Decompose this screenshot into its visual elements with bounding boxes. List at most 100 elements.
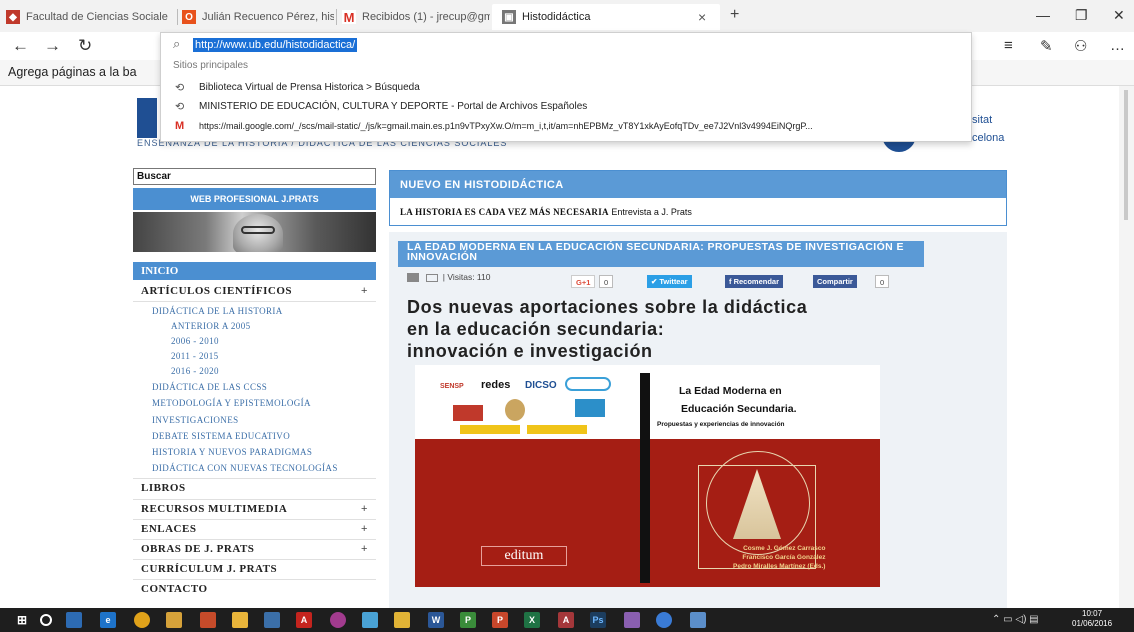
app-icon[interactable] — [232, 612, 248, 628]
app-icon[interactable] — [330, 612, 346, 628]
expand-icon[interactable]: + — [361, 523, 367, 535]
app-icon[interactable] — [624, 612, 640, 628]
more-icon[interactable]: … — [1110, 37, 1125, 54]
tab-facultad[interactable]: ◆ Facultad de Ciencias Sociale — [6, 4, 174, 30]
menu-contacto[interactable]: CONTACTO — [141, 583, 208, 595]
suggestions-header: Sitios principales — [173, 60, 249, 71]
cover-author: Cosme J. Gómez Carrasco — [743, 545, 826, 552]
clock-time: 10:07 — [1082, 609, 1103, 618]
news-item[interactable]: LA HISTORIA ES CADA VEZ MÁS NECESARIA En… — [400, 207, 692, 217]
minimize-button[interactable]: — — [1036, 7, 1050, 23]
menu-recursos[interactable]: RECURSOS MULTIMEDIA — [141, 503, 287, 515]
system-tray[interactable]: ⌃ ▭ ◁) ▤ — [992, 614, 1039, 625]
suggestion-item[interactable]: ⟲ MINISTERIO DE EDUCACIÓN, CULTURA Y DEP… — [161, 99, 971, 117]
scrollbar-thumb[interactable] — [1124, 90, 1128, 220]
close-window-button[interactable]: ✕ — [1113, 7, 1125, 24]
tab-recuenco[interactable]: O Julián Recuenco Pérez, histc — [182, 4, 334, 30]
address-input[interactable]: http://www.ub.edu/histodidactica/ — [193, 38, 358, 52]
refresh-button[interactable]: ↻ — [78, 36, 92, 56]
site-icon: ◆ — [6, 10, 20, 24]
news-item-title[interactable]: LA HISTORIA ES CADA VEZ MÁS NECESARIA — [400, 207, 609, 217]
gplus-button[interactable]: G+1 — [571, 275, 596, 288]
menu-didactica-historia[interactable]: DIDÁCTICA DE LA HISTORIA — [152, 306, 283, 316]
editum-logo: editum — [481, 546, 567, 566]
app-icon[interactable] — [166, 612, 182, 628]
menu-2006-2010[interactable]: 2006 - 2010 — [171, 336, 219, 346]
app-icon[interactable] — [394, 612, 410, 628]
web-note-icon[interactable]: ✎ — [1040, 37, 1053, 55]
facebook-share-button[interactable]: Compartir — [813, 275, 857, 288]
forward-button[interactable]: → — [44, 36, 61, 56]
facebook-count: 0 — [875, 275, 890, 288]
acrobat-icon[interactable]: A — [296, 612, 312, 628]
gmail-icon: M — [342, 9, 356, 25]
chrome-icon[interactable] — [134, 612, 150, 628]
menu-divider — [133, 559, 376, 560]
address-bar[interactable]: ⌕ http://www.ub.edu/histodidactica/ — [161, 33, 971, 57]
menu-2011-2015[interactable]: 2011 - 2015 — [171, 351, 219, 361]
twitter-button[interactable]: ✔ Twittear — [647, 275, 692, 288]
menu-investigaciones[interactable]: INVESTIGACIONES — [152, 415, 239, 425]
headline-line: en la educación secundaria: — [407, 319, 665, 339]
close-tab-icon[interactable]: × — [698, 9, 706, 25]
app-icon[interactable] — [362, 612, 378, 628]
hub-icon[interactable]: ≡ — [1004, 37, 1013, 54]
menu-debate[interactable]: DEBATE SISTEMA EDUCATIVO — [152, 431, 290, 441]
book-cover-image[interactable]: SENSP redes DICSO La Edad Moderna en Edu… — [415, 365, 880, 587]
menu-curriculum[interactable]: CURRÍCULUM J. PRATS — [141, 563, 277, 575]
cover-author: Pedro Miralles Martínez (Eds.) — [733, 563, 826, 570]
office-icon: O — [182, 10, 196, 24]
tab-bar: ◆ Facultad de Ciencias Sociale O Julián … — [0, 0, 1134, 32]
gplus-label: G+1 — [576, 278, 591, 287]
print-icon[interactable] — [407, 273, 419, 283]
back-button[interactable]: ← — [12, 36, 29, 56]
search-icon[interactable] — [40, 614, 52, 626]
menu-nuevas-tecnologias[interactable]: DIDÁCTICA CON NUEVAS TECNOLOGÍAS — [152, 463, 338, 473]
tab-gmail[interactable]: M Recibidos (1) - jrecup@gma — [342, 4, 490, 30]
expand-icon[interactable]: + — [361, 543, 367, 555]
site-logo[interactable] — [137, 98, 157, 138]
tab-label: Facultad de Ciencias Sociale — [26, 11, 168, 23]
task-view-icon[interactable] — [66, 612, 82, 628]
excel-icon[interactable]: X — [524, 612, 540, 628]
new-tab-button[interactable]: + — [730, 6, 739, 24]
menu-enlaces[interactable]: ENLACES — [141, 523, 196, 535]
menu-anterior-2005[interactable]: ANTERIOR A 2005 — [171, 321, 251, 331]
app-icon[interactable] — [200, 612, 216, 628]
access-icon[interactable]: A — [558, 612, 574, 628]
share-icon[interactable]: ⚇ — [1074, 37, 1087, 55]
menu-obras[interactable]: OBRAS DE J. PRATS — [141, 543, 254, 555]
menu-paradigmas[interactable]: HISTORIA Y NUEVOS PARADIGMAS — [152, 447, 312, 457]
menu-2016-2020[interactable]: 2016 - 2020 — [171, 366, 219, 376]
favorites-hint[interactable]: Agrega páginas a la ba — [8, 65, 137, 79]
menu-didactica-ccss[interactable]: DIDÁCTICA DE LAS CCSS — [152, 382, 267, 392]
expand-icon[interactable]: + — [361, 503, 367, 515]
menu-inicio[interactable]: INICIO — [133, 262, 376, 280]
menu-articulos[interactable]: ARTÍCULOS CIENTÍFICOS — [141, 285, 292, 297]
article-panel: LA EDAD MODERNA EN LA EDUCACIÓN SECUNDAR… — [389, 232, 1007, 608]
article-title[interactable]: LA EDAD MODERNA EN LA EDUCACIÓN SECUNDAR… — [398, 241, 924, 267]
suggestion-item[interactable]: ⟲ Biblioteca Virtual de Prensa Historica… — [161, 80, 971, 98]
search-input[interactable]: Buscar — [133, 168, 376, 185]
tab-histodidactica[interactable]: ▣ Histodidáctica × — [492, 4, 720, 30]
word-icon[interactable]: W — [428, 612, 444, 628]
twitter-label: Twittear — [659, 277, 688, 286]
app-icon[interactable] — [264, 612, 280, 628]
email-icon[interactable] — [426, 273, 439, 282]
cover-authors: Cosme J. Gómez Carrasco Francisco García… — [733, 544, 825, 571]
menu-metodologia[interactable]: METODOLOGÍA Y EPISTEMOLOGÍA — [152, 398, 311, 408]
app-icon[interactable] — [656, 612, 672, 628]
start-button-icon[interactable]: ⊞ — [14, 612, 30, 628]
suggestion-item[interactable]: M https://mail.google.com/_/scs/mail-sta… — [161, 119, 971, 137]
edge-icon[interactable]: e — [100, 612, 116, 628]
app-icon[interactable] — [690, 612, 706, 628]
expand-icon[interactable]: + — [361, 285, 367, 297]
powerpoint-icon[interactable]: P — [492, 612, 508, 628]
restore-button[interactable]: ❐ — [1075, 7, 1088, 24]
web-profesional-link[interactable]: WEB PROFESIONAL J.PRATS — [133, 188, 376, 210]
clock[interactable]: 10:07 01/06/2016 — [1072, 609, 1112, 629]
publisher-icon[interactable]: P — [460, 612, 476, 628]
photoshop-icon[interactable]: Ps — [590, 612, 606, 628]
facebook-recommend-button[interactable]: f Recomendar — [725, 275, 784, 288]
menu-libros[interactable]: LIBROS — [141, 482, 186, 494]
